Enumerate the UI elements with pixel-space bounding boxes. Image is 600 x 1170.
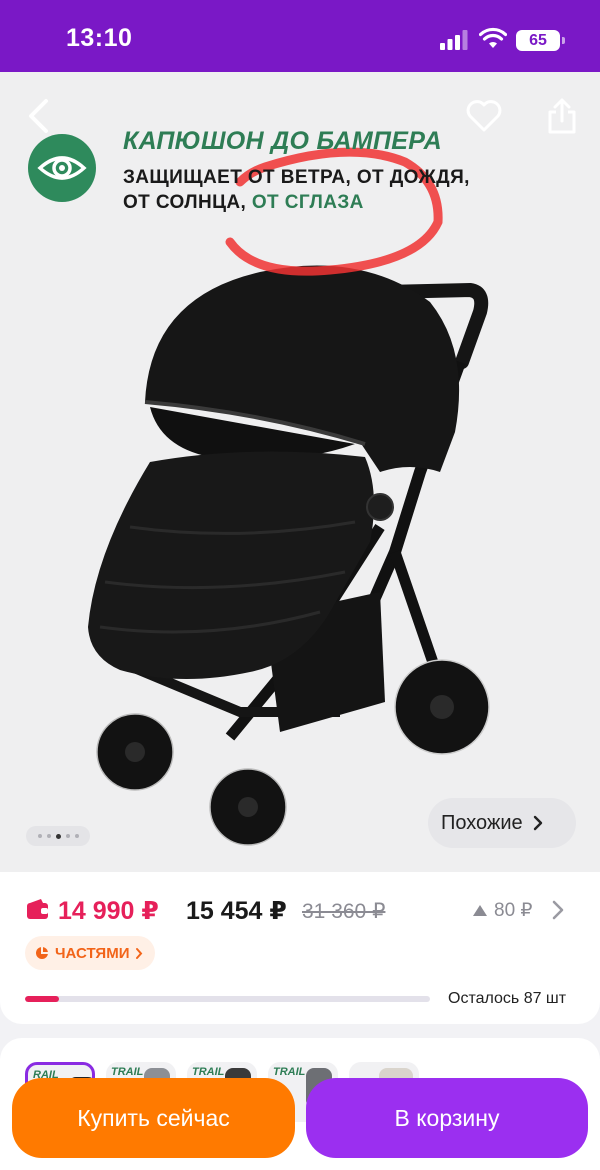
product-gallery[interactable]: КАПЮШОН ДО БАМПЕРА ЗАЩИЩАЕТ ОТ ВЕТРА, ОТ… [0,72,600,872]
wifi-icon [479,27,507,48]
old-price: 31 360 ₽ [302,900,386,923]
share-button[interactable] [540,94,584,138]
page-dot [46,834,51,838]
chevron-right-icon [136,947,143,959]
eye-icon [37,156,87,180]
promo-text-prefix: ОТ СОЛНЦА, [123,192,252,213]
share-icon [548,98,576,134]
cellular-signal-icon [440,30,468,50]
gallery-pagination [26,826,90,846]
page-dot [74,834,79,838]
variant-label: TRAIL [111,1066,144,1078]
chevron-right-icon [533,815,542,831]
stock-progress-bar [25,996,430,1002]
variant-label: TRAIL [192,1066,225,1078]
similar-button[interactable]: Похожие [428,798,576,848]
heart-icon [466,100,502,132]
buy-now-button[interactable]: Купить сейчас [12,1078,295,1158]
status-bar: 13:10 65 [0,0,600,72]
promo-title: КАПЮШОН ДО БАМПЕРА [123,127,443,155]
add-to-cart-button[interactable]: В корзину [306,1078,588,1158]
bonus-points[interactable]: 80 ₽ [472,899,533,922]
stock-progress-fill [25,996,60,1002]
triangle-up-icon [473,905,487,916]
battery-indicator: 65 [516,30,565,51]
promo-text-line-2: ОТ СОЛНЦА, ОТ СГЛАЗА [123,192,364,214]
chevron-right-icon[interactable] [548,898,568,922]
favorite-button[interactable] [462,94,506,138]
similar-label: Похожие [441,811,523,834]
page-dot-active [55,833,61,839]
back-icon [29,99,48,133]
price-card: 14 990 ₽ 15 454 ₽ 31 360 ₽ 80 ₽ ЧАСТЯМИ … [0,872,600,1024]
promo-text-line-1: ЗАЩИЩАЕТ ОТ ВЕТРА, ОТ ДОЖДЯ, [123,167,470,188]
page-dot [37,834,42,838]
promo-badge [28,134,96,202]
regular-price: 15 454 ₽ [186,897,287,925]
wallet-icon [27,899,48,919]
status-time: 13:10 [66,24,133,52]
variant-label: TRAIL [273,1066,306,1078]
installments-button[interactable]: ЧАСТЯМИ [25,936,156,970]
installments-label: ЧАСТЯМИ [55,944,130,962]
page-dot [65,834,70,838]
back-button[interactable] [16,94,60,138]
bonus-value: 80 ₽ [494,900,533,921]
card-price: 14 990 ₽ [58,897,159,925]
promo-text-highlight: ОТ СГЛАЗА [251,192,364,213]
stock-left: Осталось 87 шт [448,990,567,1007]
pie-icon [36,947,48,959]
